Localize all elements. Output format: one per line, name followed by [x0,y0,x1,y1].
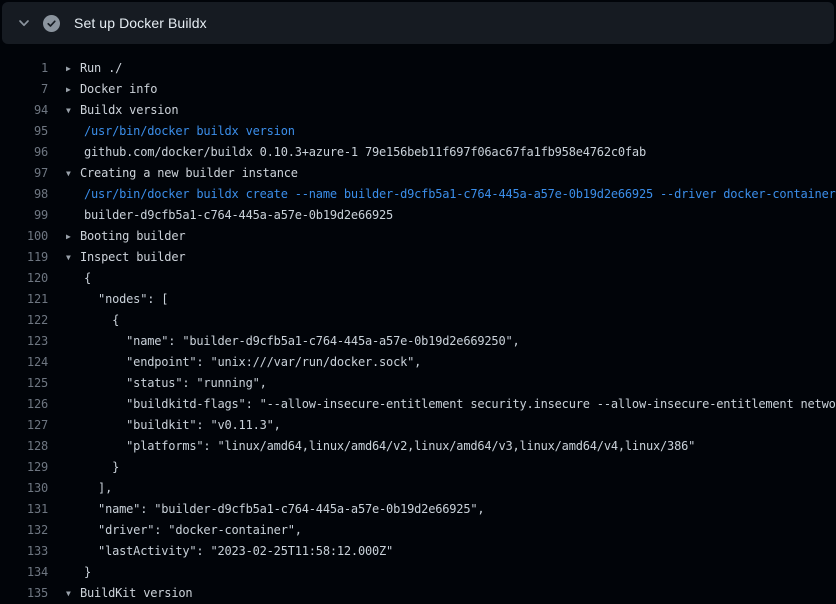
log-line: 120 { [0,268,836,289]
log-line: 99 builder-d9cfb5a1-c764-445a-a57e-0b19d2… [0,205,836,226]
line-number[interactable]: 121 [0,289,48,310]
log-output-text: "lastActivity": "2023-02-25T11:58:12.000… [66,541,393,562]
log-output-text: "name": "builder-d9cfb5a1-c764-445a-a57e… [66,499,484,520]
log-output-text: { [66,310,119,331]
log-line: 96 github.com/docker/buildx 0.10.3+azure-… [0,142,836,163]
line-number[interactable]: 120 [0,268,48,289]
log-group-toggle[interactable]: ▼Inspect builder [66,247,185,268]
log-output-text: "status": "running", [66,373,267,394]
log-group-row[interactable]: 94 ▼Buildx version [0,100,836,121]
log-line: 123 "name": "builder-d9cfb5a1-c764-445a-… [0,331,836,352]
log-line: 128 "platforms": "linux/amd64,linux/amd6… [0,436,836,457]
log-group-toggle[interactable]: ▼Creating a new builder instance [66,163,298,184]
log-line: 125 "status": "running", [0,373,836,394]
line-number[interactable]: 126 [0,394,48,415]
log-line: 134} [0,562,836,583]
log-command-text: /usr/bin/docker buildx create --name bui… [66,184,836,205]
line-number[interactable]: 128 [0,436,48,457]
log-output-text: "driver": "docker-container", [66,520,302,541]
log-output-text: } [66,562,91,583]
triangle-down-icon[interactable]: ▼ [66,163,80,184]
log-line: 129 } [0,457,836,478]
check-circle-icon [43,15,60,32]
log-group-label: BuildKit version [80,586,192,600]
log-line: 133 "lastActivity": "2023-02-25T11:58:12… [0,541,836,562]
log-group-row[interactable]: 7 ▶Docker info [0,79,836,100]
log-output-text: "nodes": [ [66,289,168,310]
log-group-row[interactable]: 97 ▼Creating a new builder instance [0,163,836,184]
log-group-toggle[interactable]: ▼BuildKit version [66,583,192,604]
line-number[interactable]: 100 [0,226,48,247]
line-number[interactable]: 98 [0,184,48,205]
log-group-label: Docker info [80,82,157,96]
triangle-down-icon[interactable]: ▼ [66,583,80,604]
log-output-text: "endpoint": "unix:///var/run/docker.sock… [66,352,421,373]
line-number[interactable]: 123 [0,331,48,352]
log-output: 1▶Run ./7▶Docker info94▼Buildx version95… [0,58,836,604]
log-line: 124 "endpoint": "unix:///var/run/docker.… [0,352,836,373]
log-group-toggle[interactable]: ▶Run ./ [66,58,122,79]
line-number[interactable]: 119 [0,247,48,268]
log-group-label: Buildx version [80,103,178,117]
log-line: 126 "buildkitd-flags": "--allow-insecure… [0,394,836,415]
log-group-row[interactable]: 100 ▶Booting builder [0,226,836,247]
log-group-toggle[interactable]: ▶Booting builder [66,226,185,247]
step-header[interactable]: Set up Docker Buildx [2,2,834,44]
line-number[interactable]: 96 [0,142,48,163]
chevron-down-icon[interactable] [18,17,30,29]
log-output-text: "platforms": "linux/amd64,linux/amd64/v2… [66,436,695,457]
triangle-right-icon[interactable]: ▶ [66,58,80,79]
log-line: 95/usr/bin/docker buildx version [0,121,836,142]
line-number[interactable]: 127 [0,415,48,436]
line-number[interactable]: 135 [0,583,48,604]
log-line: 131 "name": "builder-d9cfb5a1-c764-445a-… [0,499,836,520]
step-title: Set up Docker Buildx [74,15,207,31]
line-number[interactable]: 1 [0,58,48,79]
line-number[interactable]: 94 [0,100,48,121]
line-number[interactable]: 129 [0,457,48,478]
log-group-row[interactable]: 135 ▼BuildKit version [0,583,836,604]
line-number[interactable]: 133 [0,541,48,562]
line-number[interactable]: 7 [0,79,48,100]
line-number[interactable]: 132 [0,520,48,541]
log-line: 98/usr/bin/docker buildx create --name b… [0,184,836,205]
line-number[interactable]: 130 [0,478,48,499]
line-number[interactable]: 97 [0,163,48,184]
log-line: 130 ], [0,478,836,499]
line-number[interactable]: 122 [0,310,48,331]
log-group-toggle[interactable]: ▶Docker info [66,79,157,100]
line-number[interactable]: 124 [0,352,48,373]
log-group-label: Run ./ [80,61,122,75]
triangle-right-icon[interactable]: ▶ [66,226,80,247]
line-number[interactable]: 134 [0,562,48,583]
log-line: 121 "nodes": [ [0,289,836,310]
log-group-label: Inspect builder [80,250,185,264]
triangle-right-icon[interactable]: ▶ [66,79,80,100]
log-group-label: Booting builder [80,229,185,243]
log-group-row[interactable]: 1 ▶Run ./ [0,58,836,79]
log-output-text: { [66,268,91,289]
line-number[interactable]: 95 [0,121,48,142]
log-group-row[interactable]: 119 ▼Inspect builder [0,247,836,268]
log-line: 132 "driver": "docker-container", [0,520,836,541]
log-output-text: "name": "builder-d9cfb5a1-c764-445a-a57e… [66,331,520,352]
log-output-text: ], [66,478,112,499]
triangle-down-icon[interactable]: ▼ [66,247,80,268]
line-number[interactable]: 99 [0,205,48,226]
log-output-text: } [66,457,119,478]
log-line: 122 { [0,310,836,331]
line-number[interactable]: 131 [0,499,48,520]
line-number[interactable]: 125 [0,373,48,394]
log-output-text: github.com/docker/buildx 0.10.3+azure-1 … [66,142,646,163]
log-output-text: builder-d9cfb5a1-c764-445a-a57e-0b19d2e6… [66,205,393,226]
log-group-label: Creating a new builder instance [80,166,298,180]
log-group-toggle[interactable]: ▼Buildx version [66,100,178,121]
log-output-text: "buildkit": "v0.11.3", [66,415,281,436]
triangle-down-icon[interactable]: ▼ [66,100,80,121]
log-line: 127 "buildkit": "v0.11.3", [0,415,836,436]
log-command-text: /usr/bin/docker buildx version [66,121,295,142]
log-output-text: "buildkitd-flags": "--allow-insecure-ent… [66,394,836,415]
